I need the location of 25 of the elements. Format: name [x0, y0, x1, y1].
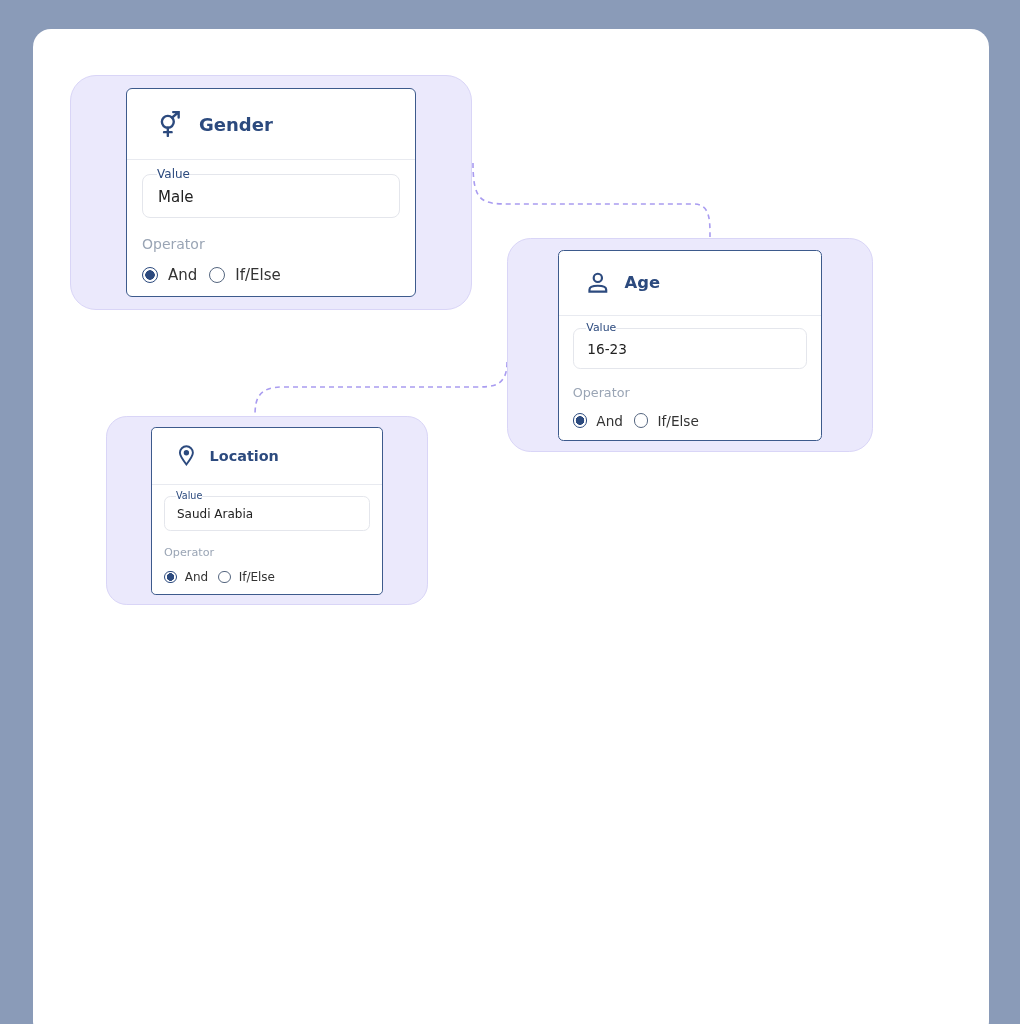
field-value: Male [158, 187, 194, 206]
location-pin-icon [176, 445, 197, 466]
node-card[interactable]: Age Value 16-23 Operator And If/Else [558, 249, 823, 441]
operator-label: Operator [164, 545, 216, 559]
operator-label: Operator [142, 236, 206, 252]
field-value: Saudi Arabia [177, 506, 254, 522]
node-title: Gender [199, 113, 273, 135]
field-value: 16-23 [587, 340, 627, 358]
radio-label: And [596, 412, 623, 429]
operator-label: Operator [572, 384, 631, 400]
node-card[interactable]: Location Value Saudi Arabia Operator And If/Else [151, 426, 384, 595]
person-icon [586, 270, 610, 295]
radio-label: And [184, 569, 209, 584]
field-label: Value [157, 167, 190, 181]
radio-button[interactable] [142, 267, 158, 283]
node-title: Age [624, 273, 661, 293]
radio-label: If/Else [235, 266, 281, 284]
radio-button[interactable] [164, 570, 177, 584]
node-card[interactable]: Gender Value Male Operator And If/Else [126, 88, 416, 297]
radio-label: If/Else [238, 569, 275, 584]
radio-button[interactable] [572, 413, 588, 428]
node-title: Location [209, 447, 279, 464]
radio-label: And [168, 266, 198, 284]
field-label: Value [176, 490, 203, 502]
radio-label: If/Else [657, 412, 699, 429]
